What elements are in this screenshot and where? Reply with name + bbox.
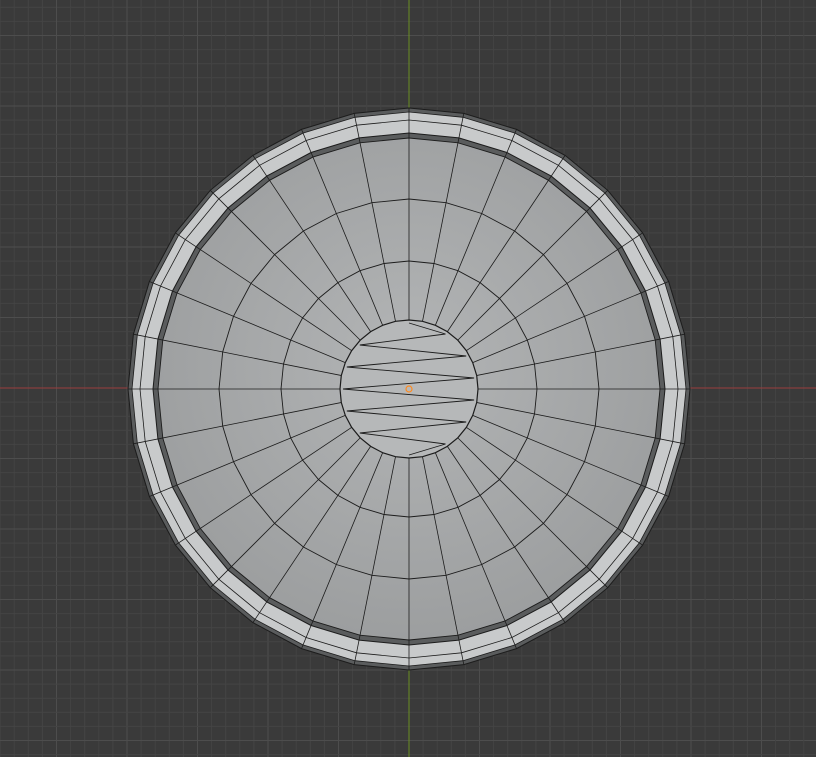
3d-viewport[interactable] <box>0 0 816 757</box>
center-ngon <box>339 319 479 459</box>
viewport-canvas[interactable] <box>0 0 816 757</box>
cup-mesh[interactable] <box>127 107 691 671</box>
